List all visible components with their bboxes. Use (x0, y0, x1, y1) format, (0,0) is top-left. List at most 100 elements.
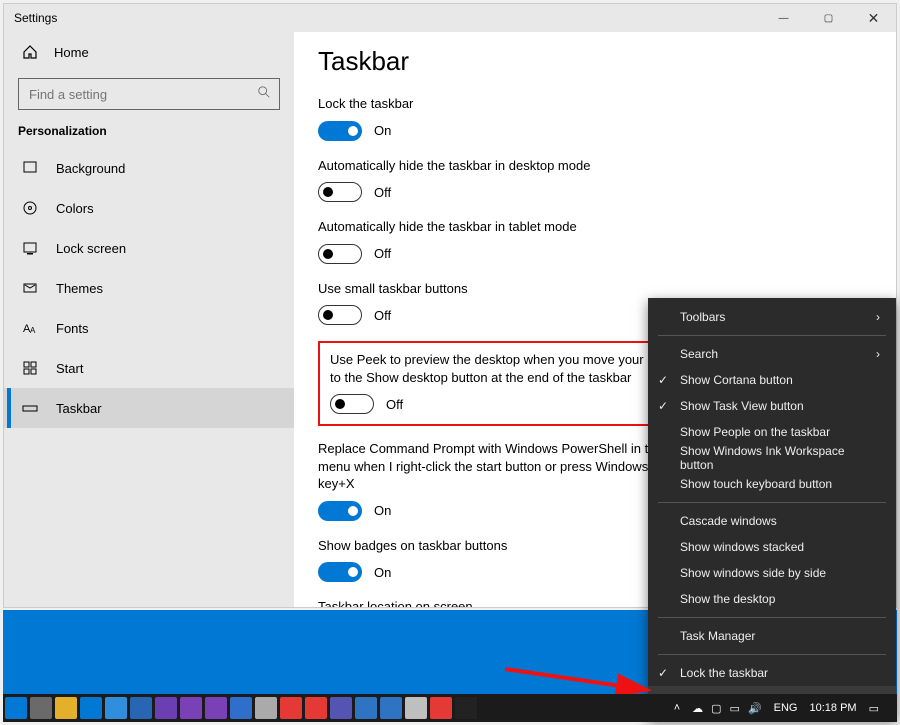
menu-item-label: Toolbars (680, 310, 725, 324)
menu-item-toolbars[interactable]: Toolbars › (648, 304, 896, 330)
tray-onedrive-icon[interactable]: ☁ (692, 702, 703, 715)
menu-item-label: Show People on the taskbar (680, 425, 830, 439)
search-input[interactable] (27, 86, 257, 103)
sidebar-item-taskbar[interactable]: Taskbar (4, 388, 294, 428)
toggle-switch[interactable] (318, 305, 362, 325)
sidebar-item-label: Lock screen (56, 241, 126, 256)
nav-item-icon (22, 280, 38, 296)
window-title: Settings (4, 11, 761, 25)
taskbar-app-icon-10[interactable] (255, 697, 277, 719)
tray-network-icon[interactable]: ▭ (730, 702, 740, 715)
menu-item-show-windows-side-by-side[interactable]: Show windows side by side (648, 560, 896, 586)
search-icon (257, 85, 271, 104)
tray-battery-icon[interactable]: ▢ (711, 702, 721, 715)
taskbar-app-icon-0[interactable] (5, 697, 27, 719)
menu-item-show-windows-ink-workspace-button[interactable]: Show Windows Ink Workspace button (648, 445, 896, 471)
sidebar-home[interactable]: Home (4, 32, 294, 72)
toggle-state-text: Off (374, 246, 391, 261)
titlebar: Settings — ▢ ✕ (4, 4, 896, 32)
menu-item-show-touch-keyboard-button[interactable]: Show touch keyboard button (648, 471, 896, 497)
window-minimize-button[interactable]: — (761, 4, 806, 32)
nav-item-icon (22, 200, 38, 216)
system-tray: ˄ ☁ ▢ ▭ 🔊 ENG 10:18 PM ▭ (674, 702, 879, 715)
sidebar-item-background[interactable]: Background (4, 148, 294, 188)
setting-label: Replace Command Prompt with Windows Powe… (318, 440, 688, 493)
menu-item-show-the-desktop[interactable]: Show the desktop (648, 586, 896, 612)
sidebar-section-header: Personalization (4, 120, 294, 148)
setting-label: Taskbar location on screen (318, 598, 688, 607)
toggle-state-text: On (374, 123, 391, 138)
menu-item-show-windows-stacked[interactable]: Show windows stacked (648, 534, 896, 560)
sidebar-item-start[interactable]: Start (4, 348, 294, 388)
system-taskbar[interactable]: ˄ ☁ ▢ ▭ 🔊 ENG 10:18 PM ▭ (3, 694, 897, 722)
sidebar-item-colors[interactable]: Colors (4, 188, 294, 228)
menu-item-task-manager[interactable]: Task Manager (648, 623, 896, 649)
taskbar-app-icon-13[interactable] (330, 697, 352, 719)
menu-item-show-task-view-button[interactable]: ✓ Show Task View button (648, 393, 896, 419)
taskbar-app-icon-8[interactable] (205, 697, 227, 719)
home-icon (22, 44, 38, 60)
taskbar-app-icon-18[interactable] (455, 697, 477, 719)
setting-1: Automatically hide the taskbar in deskto… (318, 157, 872, 203)
tray-notifications-icon[interactable]: ▭ (869, 702, 879, 715)
nav-item-icon (22, 400, 38, 416)
toggle-switch[interactable] (318, 182, 362, 202)
taskbar-app-icon-7[interactable] (180, 697, 202, 719)
taskbar-app-icon-17[interactable] (430, 697, 452, 719)
check-icon: ✓ (658, 399, 668, 413)
menu-item-show-cortana-button[interactable]: ✓Show Cortana button (648, 367, 896, 393)
sidebar-item-label: Themes (56, 281, 103, 296)
window-maximize-button[interactable]: ▢ (806, 4, 851, 32)
nav-item-icon (22, 240, 38, 256)
taskbar-app-icon-12[interactable] (305, 697, 327, 719)
menu-item-label: Search (680, 347, 718, 361)
toggle-state-text: On (374, 503, 391, 518)
setting-label: Show badges on taskbar buttons (318, 537, 688, 555)
tray-volume-icon[interactable]: 🔊 (748, 702, 762, 715)
menu-item-cascade-windows[interactable]: Cascade windows (648, 508, 896, 534)
sidebar-item-fonts[interactable]: AAFonts (4, 308, 294, 348)
tray-chevron-icon[interactable]: ˄ (674, 702, 680, 714)
tray-language[interactable]: ENG (774, 702, 798, 714)
taskbar-app-icon-5[interactable] (130, 697, 152, 719)
menu-item-label: Lock the taskbar (680, 666, 768, 680)
taskbar-app-icon-4[interactable] (105, 697, 127, 719)
window-close-button[interactable]: ✕ (851, 4, 896, 32)
page-title: Taskbar (318, 46, 872, 77)
taskbar-app-icon-1[interactable] (30, 697, 52, 719)
toggle-switch[interactable] (318, 121, 362, 141)
menu-item-show-people-on-the-taskbar[interactable]: Show People on the taskbar (648, 419, 896, 445)
nav-item-icon: AA (22, 320, 38, 336)
toggle-state-text: Off (386, 397, 403, 412)
menu-item-search[interactable]: Search› (648, 341, 896, 367)
search-input-wrap[interactable] (18, 78, 280, 110)
toggle-state-text: Off (374, 308, 391, 323)
taskbar-app-icon-15[interactable] (380, 697, 402, 719)
sidebar-item-themes[interactable]: Themes (4, 268, 294, 308)
taskbar-app-icon-3[interactable] (80, 697, 102, 719)
taskbar-app-icon-2[interactable] (55, 697, 77, 719)
chevron-right-icon: › (876, 310, 880, 324)
taskbar-app-icon-9[interactable] (230, 697, 252, 719)
toggle-switch[interactable] (318, 244, 362, 264)
toggle-switch[interactable] (330, 394, 374, 414)
menu-item-label: Show windows stacked (680, 540, 804, 554)
taskbar-app-icon-6[interactable] (155, 697, 177, 719)
taskbar-app-icon-14[interactable] (355, 697, 377, 719)
sidebar-item-lock-screen[interactable]: Lock screen (4, 228, 294, 268)
taskbar-app-icon-16[interactable] (405, 697, 427, 719)
setting-2: Automatically hide the taskbar in tablet… (318, 218, 872, 264)
toggle-switch[interactable] (318, 562, 362, 582)
menu-item-label: Show windows side by side (680, 566, 826, 580)
svg-text:A: A (30, 326, 36, 335)
taskbar-app-icon-11[interactable] (280, 697, 302, 719)
menu-item-label: Show Task View button (680, 399, 804, 413)
nav-item-icon (22, 160, 38, 176)
tray-clock[interactable]: 10:18 PM (810, 702, 857, 714)
menu-item-label: Show Windows Ink Workspace button (680, 444, 880, 472)
toggle-switch[interactable] (318, 501, 362, 521)
sidebar: Home Personalization BackgroundColors Loc… (4, 32, 294, 607)
menu-item-lock-the-taskbar[interactable]: ✓Lock the taskbar (648, 660, 896, 686)
menu-item-label: Show the desktop (680, 592, 775, 606)
setting-0: Lock the taskbarOn (318, 95, 872, 141)
